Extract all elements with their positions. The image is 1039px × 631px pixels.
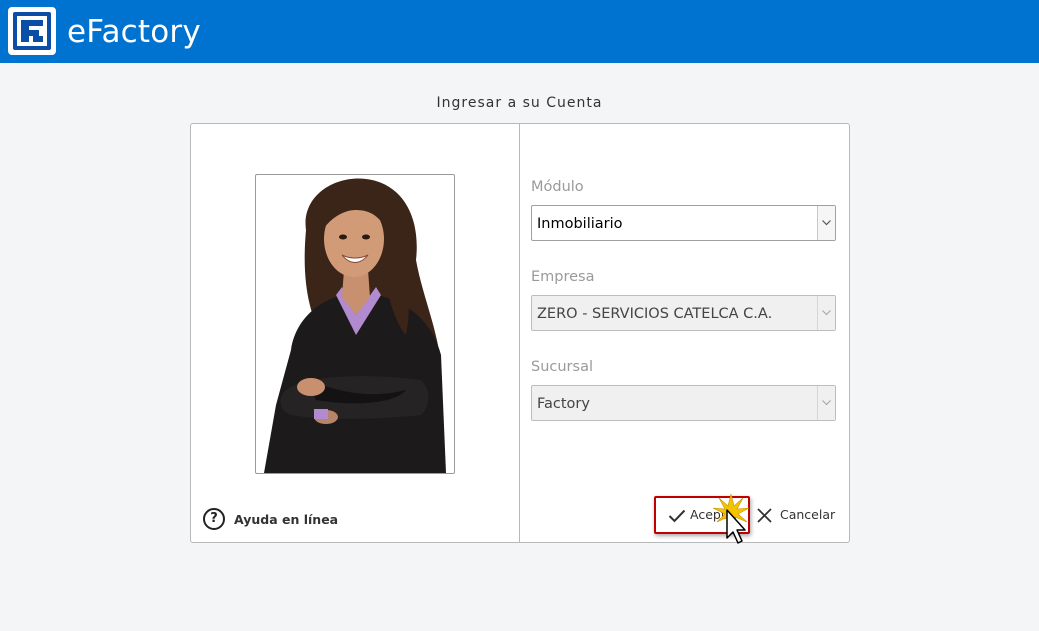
app-header: eFactory	[0, 0, 1039, 63]
modulo-select-value: Inmobiliario	[537, 216, 623, 232]
panel-divider	[519, 124, 520, 542]
accept-button-label: Aceptar	[690, 507, 739, 522]
user-photo	[255, 174, 455, 474]
chevron-down-icon	[817, 296, 835, 330]
empresa-label: Empresa	[531, 269, 595, 285]
help-link-label: Ayuda en línea	[234, 511, 339, 527]
sucursal-select: Factory	[531, 385, 836, 421]
accept-button[interactable]: Aceptar	[654, 496, 750, 534]
empresa-select-value: ZERO - SERVICIOS CATELCA C.A.	[537, 306, 773, 322]
app-title: eFactory	[67, 14, 201, 50]
sucursal-select-value: Factory	[537, 396, 590, 412]
check-icon	[668, 509, 686, 523]
sucursal-label: Sucursal	[531, 359, 593, 375]
close-icon	[757, 508, 772, 523]
chevron-down-icon	[817, 386, 835, 420]
modulo-label: Módulo	[531, 179, 584, 195]
help-circle-icon: ?	[203, 508, 225, 530]
empresa-select: ZERO - SERVICIOS CATELCA C.A.	[531, 295, 836, 331]
modulo-select[interactable]: Inmobiliario	[531, 205, 836, 241]
login-panel: ? Ayuda en línea Módulo Inmobiliario Emp…	[190, 123, 850, 544]
chevron-down-icon[interactable]	[817, 206, 835, 240]
help-link[interactable]: ? Ayuda en línea	[203, 508, 338, 530]
efactory-logo-icon	[8, 7, 56, 55]
cancel-button-label: Cancelar	[780, 507, 836, 522]
login-title: Ingresar a su Cuenta	[436, 95, 603, 111]
